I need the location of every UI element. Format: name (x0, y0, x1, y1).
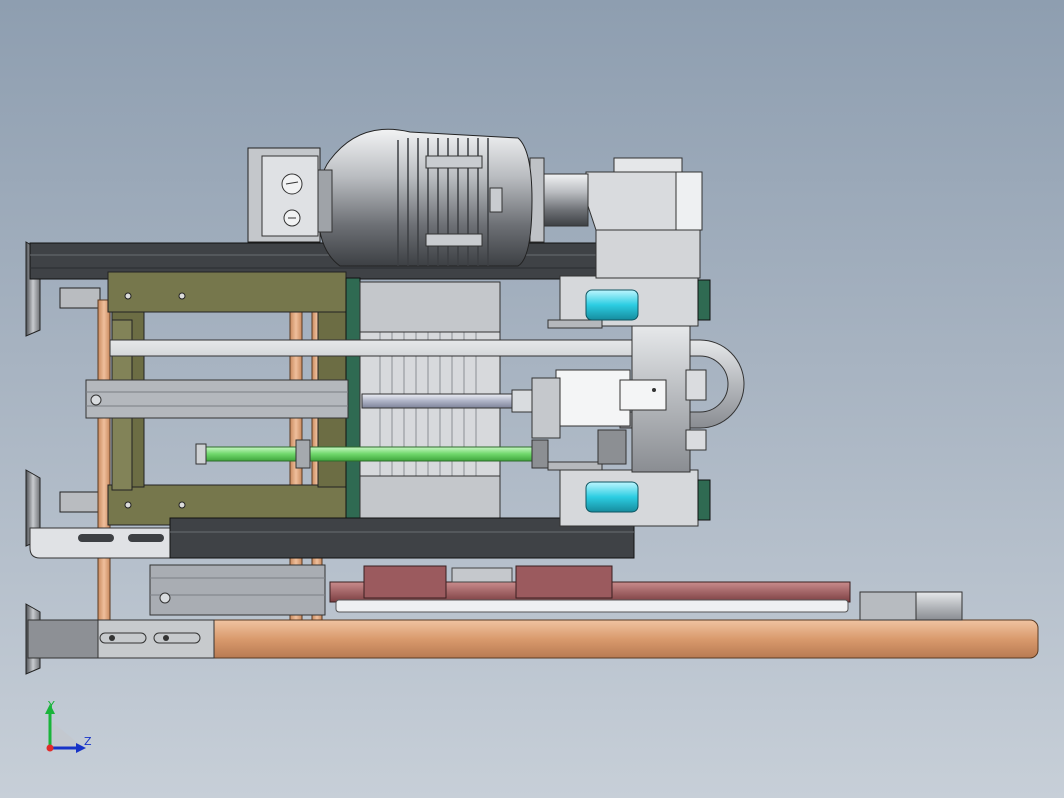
cad-viewport[interactable]: Y Z (0, 0, 1064, 798)
leveling-feet[interactable] (25, 241, 101, 675)
roller-assembly[interactable] (531, 275, 711, 527)
z-axis-label: Z (84, 735, 92, 748)
linear-rail[interactable] (329, 565, 851, 613)
y-axis-label: Y (48, 699, 55, 712)
origin-point (46, 744, 54, 752)
axis-triad (45, 704, 86, 753)
cad-model[interactable] (0, 0, 1064, 798)
